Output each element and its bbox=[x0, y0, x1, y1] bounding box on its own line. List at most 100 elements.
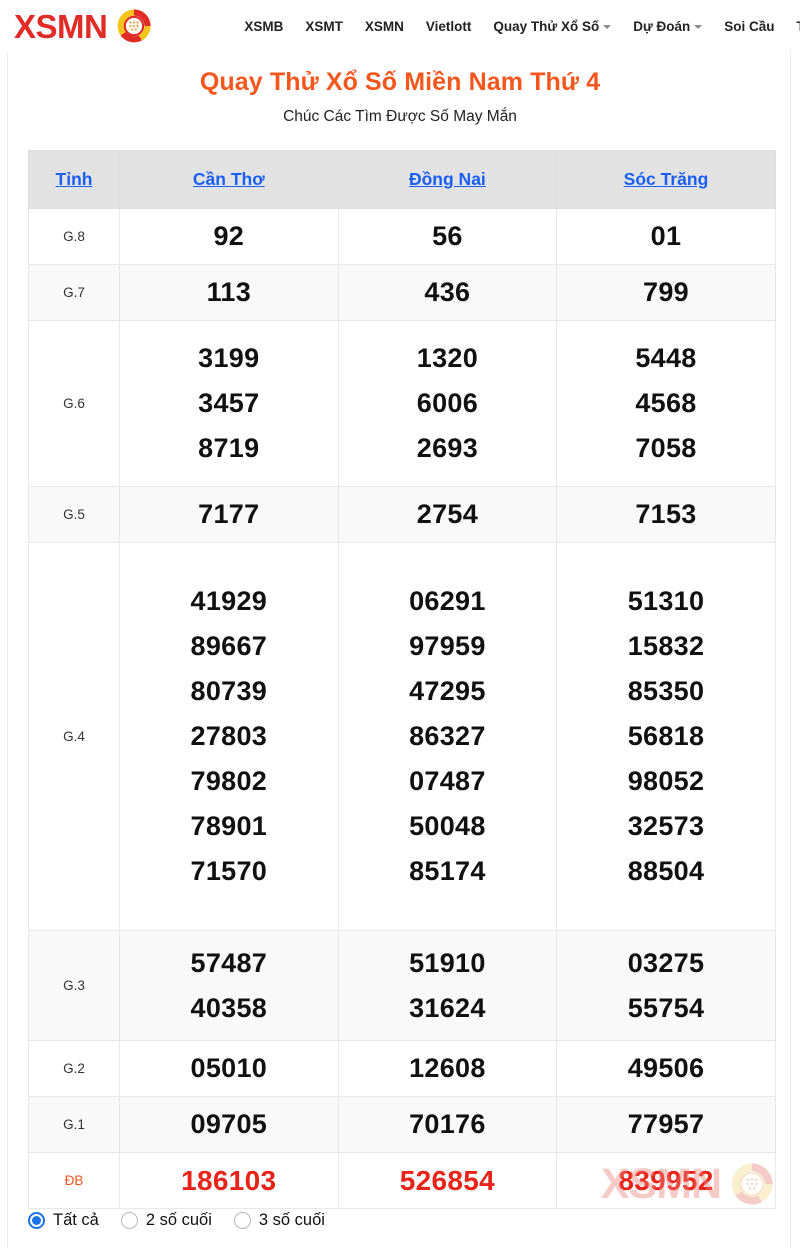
column-header-link[interactable]: Đồng Nai bbox=[409, 169, 486, 189]
table-row-g5: G.5 7177 2754 7153 bbox=[28, 486, 776, 543]
brand-logo[interactable]: XSMN bbox=[14, 5, 155, 47]
result-cell: 56 bbox=[337, 208, 558, 265]
prize-label-cell: G.7 bbox=[28, 264, 120, 321]
nav-item-4[interactable]: Quay Thử Xổ Số bbox=[482, 13, 622, 40]
result-number: 7177 bbox=[198, 499, 260, 529]
radio-indicator[interactable] bbox=[120, 1212, 138, 1229]
result-number: 8719 bbox=[198, 433, 260, 463]
result-number: 92 bbox=[213, 221, 245, 251]
nav-item-6[interactable]: Soi Cầu bbox=[713, 13, 785, 40]
result-number: 5448 bbox=[635, 343, 697, 373]
results-table-wrapper: Tỉnh Cần Thơ Đồng Nai Sóc Trăng G.8 92 5… bbox=[28, 150, 776, 1209]
prize-label-cell: G.1 bbox=[28, 1096, 120, 1153]
nav-item-3[interactable]: Vietlott bbox=[415, 13, 483, 40]
result-number: 47295 bbox=[409, 676, 486, 706]
result-number: 71570 bbox=[190, 856, 268, 886]
page-title: Quay Thử Xổ Số Miền Nam Thứ 4 bbox=[199, 68, 601, 96]
result-cell: 799 bbox=[556, 264, 776, 321]
lottery-ball-icon bbox=[113, 5, 155, 47]
nav-label: Dự Đoán bbox=[633, 18, 691, 34]
filter-option-all[interactable]: Tất cả bbox=[28, 1211, 99, 1230]
main-nav: XSMB XSMT XSMN Vietlott Quay Thử Xổ Số D… bbox=[233, 13, 800, 40]
result-number: 78901 bbox=[190, 811, 268, 841]
column-header-dong-nai[interactable]: Đồng Nai bbox=[337, 150, 558, 209]
result-cell: 5448 4568 7058 bbox=[556, 320, 776, 487]
prize-label: G.2 bbox=[63, 1060, 85, 1076]
result-number: 12608 bbox=[409, 1053, 486, 1083]
filter-option-last-2[interactable]: 2 số cuối bbox=[120, 1211, 212, 1230]
filter-label: 3 số cuối bbox=[258, 1211, 325, 1229]
result-number: 50048 bbox=[409, 811, 486, 841]
nav-item-0[interactable]: XSMB bbox=[233, 13, 294, 40]
nav-item-1[interactable]: XSMT bbox=[294, 13, 354, 40]
column-header-can-tho[interactable]: Cần Thơ bbox=[119, 150, 339, 209]
radio-indicator[interactable] bbox=[28, 1212, 45, 1229]
result-number: 97959 bbox=[409, 631, 486, 661]
result-number: 2693 bbox=[416, 433, 479, 463]
table-body: G.8 92 56 01 G.7 113 436 799 G.6 3199 34… bbox=[28, 208, 776, 1209]
prize-label-cell: G.8 bbox=[28, 208, 120, 265]
prize-label-cell: ĐB bbox=[28, 1152, 120, 1209]
result-number: 88504 bbox=[627, 856, 705, 886]
nav-label: Soi Cầu bbox=[724, 18, 775, 34]
table-header-row: Tỉnh Cần Thơ Đồng Nai Sóc Trăng bbox=[28, 150, 776, 209]
chevron-down-icon bbox=[603, 25, 612, 29]
result-cell: 92 bbox=[119, 208, 339, 265]
nav-label: Quay Thử Xổ Số bbox=[493, 18, 600, 34]
table-row-g8: G.8 92 56 01 bbox=[28, 208, 776, 265]
result-number: 51910 bbox=[409, 947, 486, 978]
table-row-db: ĐB 186103 526854 839952 bbox=[28, 1152, 776, 1209]
result-number: 79802 bbox=[190, 766, 268, 796]
nav-label: XSMB bbox=[244, 18, 284, 34]
result-cell: 1320 6006 2693 bbox=[337, 320, 558, 487]
result-cell: 49506 bbox=[556, 1040, 776, 1097]
column-header-soc-trang[interactable]: Sóc Trăng bbox=[556, 150, 776, 209]
prize-label: G.5 bbox=[63, 506, 85, 522]
result-number: 1320 bbox=[416, 343, 479, 373]
prize-label-cell: G.5 bbox=[28, 486, 120, 543]
nav-item-2[interactable]: XSMN bbox=[354, 13, 415, 40]
chevron-down-icon bbox=[694, 25, 703, 29]
result-cell: 03275 55754 bbox=[556, 930, 776, 1041]
result-cell: 2754 bbox=[337, 486, 558, 543]
result-cell: 70176 bbox=[337, 1096, 558, 1153]
radio-indicator[interactable] bbox=[233, 1212, 251, 1229]
column-header-link[interactable]: Cần Thơ bbox=[193, 169, 265, 189]
table-row-g6: G.6 3199 3457 8719 1320 6006 2693 5448 4… bbox=[28, 320, 776, 487]
table-row-g2: G.2 05010 12608 49506 bbox=[28, 1040, 776, 1097]
filter-label: 2 số cuối bbox=[145, 1211, 212, 1229]
result-number: 40358 bbox=[190, 992, 268, 1023]
result-cell: 7177 bbox=[119, 486, 339, 543]
result-cell: 05010 bbox=[119, 1040, 339, 1097]
result-number-special: 526854 bbox=[399, 1164, 495, 1196]
result-number: 7153 bbox=[635, 499, 697, 529]
result-number: 56818 bbox=[627, 721, 705, 751]
result-cell: 41929 89667 80739 27803 79802 78901 7157… bbox=[119, 542, 339, 931]
column-header-link[interactable]: Sóc Trăng bbox=[624, 169, 709, 189]
result-cell: 01 bbox=[556, 208, 776, 265]
result-cell: 113 bbox=[119, 264, 339, 321]
result-number: 31624 bbox=[409, 992, 486, 1023]
result-cell: 77957 bbox=[556, 1096, 776, 1153]
result-cell: 06291 97959 47295 86327 07487 50048 8517… bbox=[337, 542, 558, 931]
lottery-results-table: Tỉnh Cần Thơ Đồng Nai Sóc Trăng G.8 92 5… bbox=[28, 150, 776, 1209]
result-cell: 12608 bbox=[337, 1040, 558, 1097]
result-cell: 186103 bbox=[119, 1152, 339, 1209]
column-header-link[interactable]: Tỉnh bbox=[56, 169, 93, 189]
prize-label: G.6 bbox=[63, 395, 85, 411]
result-number: 49506 bbox=[627, 1053, 705, 1083]
table-row-g7: G.7 113 436 799 bbox=[28, 264, 776, 321]
table-head: Tỉnh Cần Thơ Đồng Nai Sóc Trăng bbox=[28, 150, 776, 209]
result-number: 27803 bbox=[190, 721, 268, 751]
column-header-province[interactable]: Tỉnh bbox=[28, 150, 120, 209]
result-cell: 839952 bbox=[556, 1152, 776, 1209]
nav-item-5[interactable]: Dự Đoán bbox=[622, 13, 713, 40]
result-number: 3199 bbox=[198, 343, 260, 373]
table-row-g3: G.3 57487 40358 51910 31624 03275 55754 bbox=[28, 930, 776, 1041]
table-row-g4: G.4 41929 89667 80739 27803 79802 78901 … bbox=[28, 542, 776, 931]
result-number: 2754 bbox=[416, 499, 479, 529]
nav-item-7[interactable]: Thống Kê bbox=[786, 13, 800, 40]
result-number: 80739 bbox=[190, 676, 268, 706]
result-number: 03275 bbox=[627, 947, 705, 978]
filter-option-last-3[interactable]: 3 số cuối bbox=[233, 1211, 325, 1230]
